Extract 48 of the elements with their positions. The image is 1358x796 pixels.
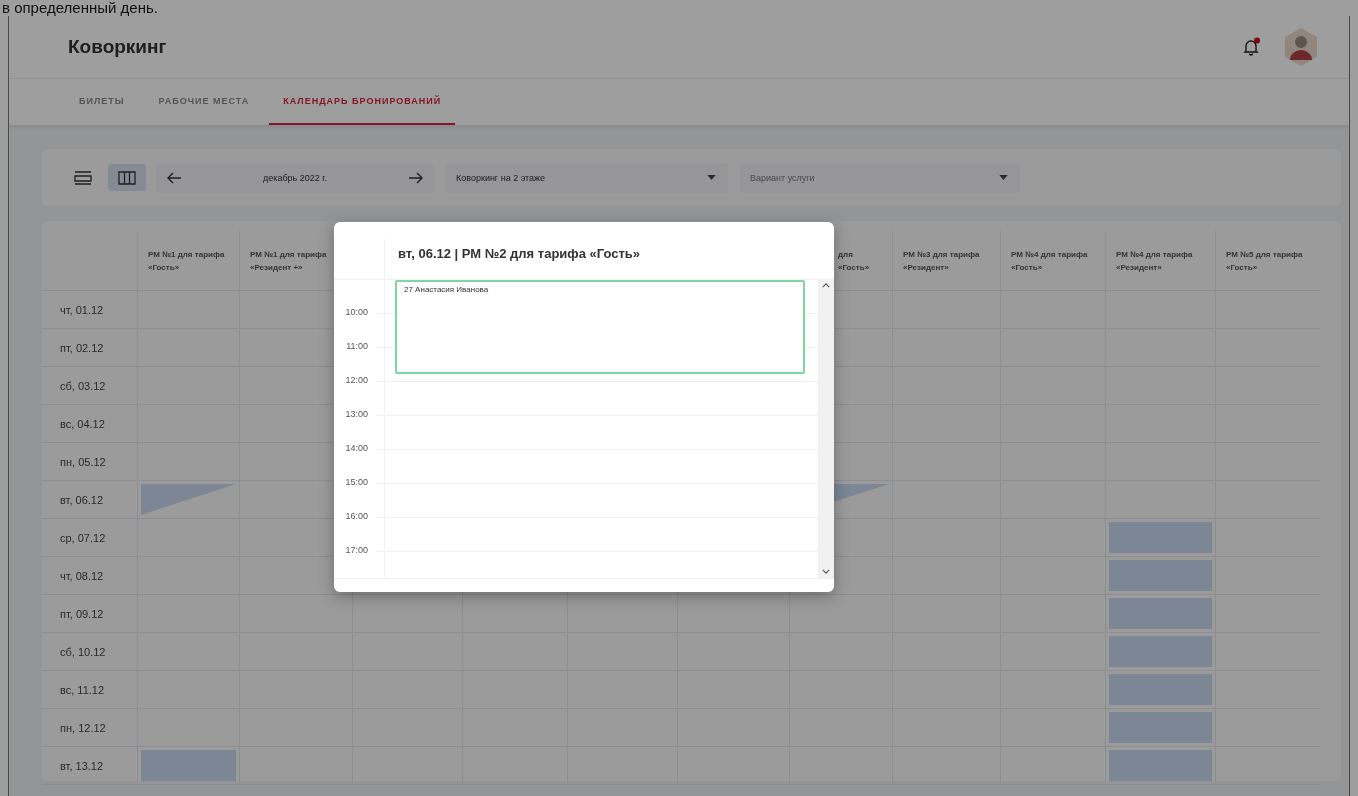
- table-cell[interactable]: [462, 595, 567, 633]
- table-cell[interactable]: [352, 595, 462, 633]
- date-label: сб, 03.12: [60, 379, 106, 392]
- column-header: РМ №1 для тарифа «Резидент +»: [250, 248, 328, 274]
- caption-text: в определенный день.: [1, 0, 159, 16]
- column-header: РМ №1 для тарифа «Гость»: [148, 248, 226, 274]
- column-header: РМ №4 для тарифа «Резидент»: [1116, 248, 1194, 274]
- date-label: чт, 01.12: [60, 303, 104, 316]
- date-label: вт, 13.12: [60, 759, 104, 772]
- date-label: ср, 07.12: [60, 531, 106, 544]
- columns-icon: [118, 170, 136, 185]
- service-dropdown[interactable]: Вариант услуги: [740, 162, 1020, 193]
- dialog-title: вт, 06.12 | РМ №2 для тарифа «Гость»: [398, 246, 641, 261]
- date-label: пт, 02.12: [60, 341, 104, 354]
- table-cell[interactable]: [677, 595, 789, 633]
- tab[interactable]: РАБОЧИЕ МЕСТА: [144, 79, 264, 125]
- date-label: вс, 04.12: [60, 417, 105, 430]
- date-label: чт, 08.12: [60, 569, 104, 582]
- column-header: РМ №4 для тарифа «Гость»: [1011, 248, 1089, 274]
- date-label: вс, 11.12: [60, 683, 105, 696]
- column-header: РМ №5 для тарифа «Гость»: [1226, 248, 1304, 274]
- date-label: сб, 10.12: [60, 645, 106, 658]
- rows-icon: [74, 170, 92, 185]
- tab[interactable]: БИЛЕТЫ: [65, 79, 139, 125]
- column-header: для «Гость»: [837, 248, 871, 274]
- column-header: РМ №3 для тарифа «Резидент»: [903, 248, 981, 274]
- table-cell[interactable]: [239, 595, 352, 633]
- location-dropdown[interactable]: Коворкинг на 2 этаже: [446, 162, 728, 193]
- date-label: пт, 09.12: [60, 607, 104, 620]
- tab[interactable]: КАЛЕНДАРЬ БРОНИРОВАНИЙ: [269, 79, 456, 125]
- column-view-button[interactable]: [108, 164, 146, 191]
- date-label: пн, 12.12: [60, 721, 106, 734]
- date-label: вт, 06.12: [60, 493, 104, 506]
- table-cell[interactable]: [567, 595, 677, 633]
- table-cell[interactable]: [789, 595, 892, 633]
- month-label: декабрь 2022 г.: [263, 172, 327, 183]
- date-label: пн, 05.12: [60, 455, 106, 468]
- dropdown-caret-icon: [707, 175, 716, 180]
- right-arrow-icon: [408, 170, 424, 185]
- notification-bell-icon[interactable]: [1241, 37, 1261, 57]
- left-arrow-icon: [166, 170, 182, 185]
- app-title: Коворкинг: [68, 36, 167, 58]
- booking-event[interactable]: 27 Анастасия Иванова: [395, 280, 805, 374]
- scrollbar[interactable]: [818, 279, 834, 578]
- scroll-down-icon[interactable]: [822, 569, 830, 574]
- avatar-icon[interactable]: [1283, 27, 1319, 67]
- scroll-up-icon[interactable]: [822, 283, 830, 288]
- dropdown-caret-icon: [999, 175, 1008, 180]
